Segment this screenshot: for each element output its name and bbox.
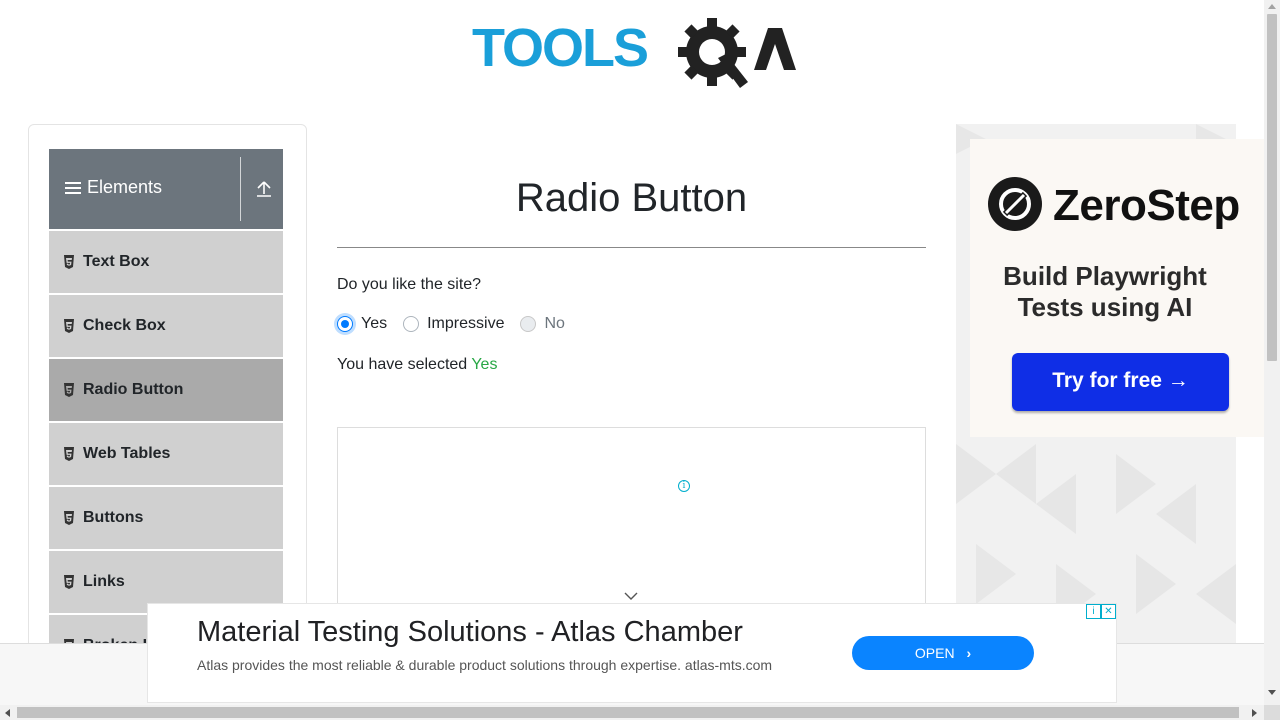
scroll-left-icon[interactable]: [5, 709, 10, 717]
ad-choices[interactable]: i ✕: [1086, 604, 1117, 620]
radio-impressive-label[interactable]: Impressive: [427, 315, 504, 333]
menu-item-radio-button[interactable]: Radio Button: [49, 357, 283, 421]
header-divider: [240, 157, 241, 221]
page: TOOLS Elements Text Box Check Box Radio …: [0, 0, 1280, 720]
chevron-down-icon[interactable]: [624, 588, 638, 600]
toolsqa-logo[interactable]: TOOLS: [472, 14, 796, 92]
scroll-right-icon[interactable]: [1252, 709, 1257, 717]
menu-item-label: Buttons: [83, 509, 144, 526]
html5-icon: [63, 447, 75, 461]
radio-yes-label[interactable]: Yes: [361, 315, 387, 333]
horizontal-scroll-thumb[interactable]: [17, 707, 1239, 718]
menu-item-web-tables[interactable]: Web Tables: [49, 421, 283, 485]
menu-item-label: Text Box: [83, 253, 150, 270]
zerostep-brand: ZeroStep: [1053, 181, 1240, 230]
ad-headline[interactable]: Material Testing Solutions - Atlas Chamb…: [197, 616, 743, 649]
close-icon[interactable]: ✕: [1101, 604, 1116, 619]
radio-yes-input[interactable]: [337, 316, 353, 332]
menu-item-label: Radio Button: [83, 381, 184, 398]
radio-yes[interactable]: Yes: [337, 315, 387, 333]
radio-no-label: No: [544, 315, 565, 332]
left-panel: Elements Text Box Check Box Radio Button: [28, 124, 307, 654]
title-divider: [337, 247, 926, 248]
html5-icon: [63, 511, 75, 525]
bottom-banner-ad[interactable]: Material Testing Solutions - Atlas Chamb…: [147, 603, 1117, 703]
menu-item-label: Check Box: [83, 317, 166, 334]
result-prefix: You have selected: [337, 356, 468, 373]
radio-question: Do you like the site?: [337, 276, 482, 293]
radio-no-input: [520, 316, 537, 332]
menu-item-buttons[interactable]: Buttons: [49, 485, 283, 549]
elements-menu: Text Box Check Box Radio Button Web Tabl…: [49, 229, 283, 653]
scroll-up-icon[interactable]: [1268, 4, 1276, 9]
ad-info-icon[interactable]: i: [678, 480, 690, 492]
group-title: Elements: [87, 177, 163, 197]
menu-item-label: Links: [83, 573, 125, 590]
zerostep-logo-icon: [988, 177, 1042, 231]
result-value: Yes: [471, 356, 498, 373]
selection-result: You have selected Yes: [337, 356, 497, 374]
vertical-scroll-thumb[interactable]: [1267, 14, 1277, 361]
html5-icon: [63, 255, 75, 269]
html5-icon: [63, 383, 75, 397]
elements-group-header[interactable]: Elements: [49, 149, 283, 229]
radio-impressive-input[interactable]: [403, 316, 420, 332]
html5-icon: [63, 575, 75, 589]
ad-open-button[interactable]: OPEN ›: [852, 636, 1034, 670]
html5-icon: [63, 319, 75, 333]
inline-ad-frame[interactable]: i: [337, 427, 926, 607]
ad-open-label: OPEN: [914, 645, 955, 661]
try-for-free-button[interactable]: Try for free →: [1012, 353, 1229, 411]
zerostep-ad-card[interactable]: ZeroStep Build Playwright Tests using AI…: [970, 139, 1268, 437]
scroll-down-icon[interactable]: [1268, 690, 1276, 695]
menu-item-label: Web Tables: [83, 445, 171, 462]
vertical-scrollbar[interactable]: [1264, 0, 1280, 705]
scrollbar-corner: [1264, 705, 1280, 720]
ad-info-icon[interactable]: i: [1086, 604, 1101, 619]
collapse-icon[interactable]: [254, 179, 274, 199]
ad-description: Atlas provides the most reliable & durab…: [197, 657, 773, 673]
radio-no: No: [520, 315, 565, 333]
menu-item-text-box[interactable]: Text Box: [49, 229, 283, 293]
zerostep-tagline: Build Playwright Tests using AI: [1003, 261, 1207, 322]
svg-text:TOOLS: TOOLS: [472, 18, 647, 78]
radio-group: Yes Impressive No: [337, 315, 581, 333]
menu-bars-icon: [65, 179, 81, 197]
page-title: Radio Button: [515, 176, 748, 220]
chevron-right-icon: ›: [966, 645, 972, 661]
menu-item-check-box[interactable]: Check Box: [49, 293, 283, 357]
radio-impressive[interactable]: Impressive: [403, 315, 504, 333]
horizontal-scrollbar[interactable]: [0, 705, 1264, 720]
